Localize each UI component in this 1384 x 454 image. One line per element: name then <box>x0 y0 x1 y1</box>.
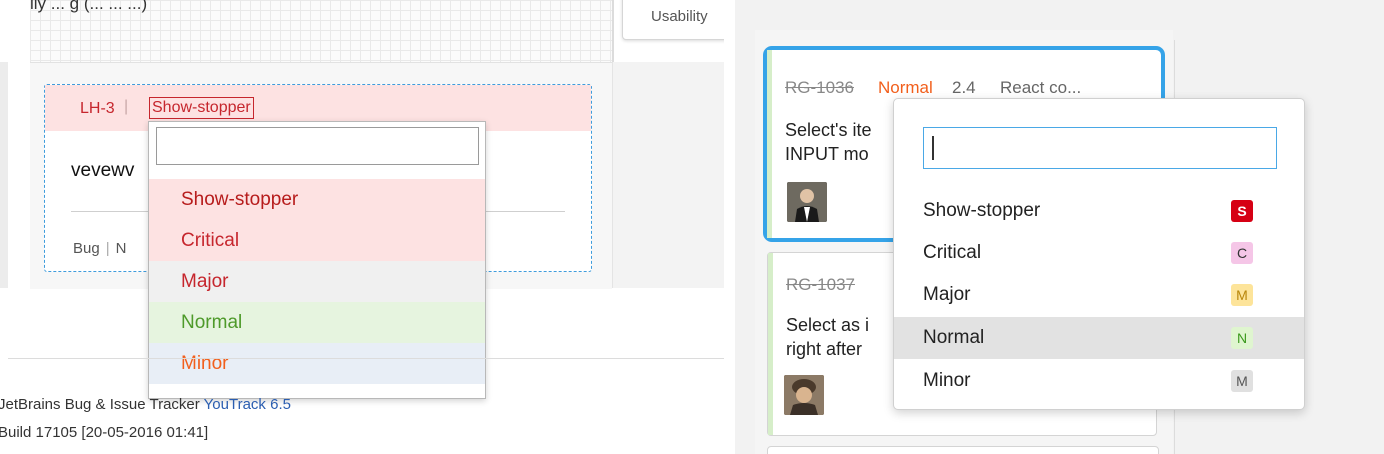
issue-footer: Bug | N <box>73 240 126 257</box>
priority-badge: M <box>1231 284 1253 306</box>
cut-off-header-text: ily ... g (... ... ...) <box>30 0 148 13</box>
issue-summary: Select as i right after <box>786 313 869 361</box>
priority-dropdown-new: Show-stopper S Critical C Major M Normal… <box>893 98 1305 410</box>
footer-separator: | <box>105 240 110 257</box>
usability-tab-label: Usability <box>651 8 708 25</box>
issue-state[interactable]: N <box>116 240 127 257</box>
footer-product-line: JetBrains Bug & Issue Tracker YouTrack 6… <box>0 396 291 413</box>
priority-option-major[interactable]: Major M <box>894 274 1304 316</box>
issue-id-link[interactable]: LH-3 <box>80 100 115 118</box>
priority-search-input[interactable] <box>923 127 1277 169</box>
summary-line: Select's ite <box>785 120 872 140</box>
text-cursor <box>932 136 934 160</box>
subsystem-field[interactable]: React co... <box>1000 78 1081 98</box>
issue-summary: Select's ite INPUT mo <box>785 118 871 166</box>
summary-line: right after <box>786 339 863 359</box>
priority-option-critical[interactable]: Critical C <box>894 232 1304 274</box>
youtrack-old-board: ily ... g (... ... ...) Usability LH-3 |… <box>0 0 724 454</box>
header-separator: | <box>124 98 129 115</box>
priority-badge: C <box>1231 242 1253 264</box>
usability-tab[interactable]: Usability <box>622 0 724 40</box>
youtrack-new-board: RG-1036 Normal 2.4 React co... Select's … <box>735 0 1384 454</box>
summary-line: INPUT mo <box>785 144 869 164</box>
priority-option-show-stopper[interactable]: Show-stopper <box>149 179 485 220</box>
issue-id-link[interactable]: RG-1036 <box>785 78 854 98</box>
priority-badge: M <box>1231 370 1253 392</box>
priority-field[interactable]: Normal <box>878 78 933 98</box>
column-divider <box>612 0 614 62</box>
priority-field[interactable]: Show-stopper <box>149 97 254 119</box>
priority-option-minor[interactable]: Minor M <box>894 360 1304 402</box>
priority-option-major[interactable]: Major <box>149 261 485 302</box>
issue-summary: vevewv <box>71 160 135 181</box>
issue-type[interactable]: Bug <box>73 240 100 257</box>
priority-option-minor[interactable]: Minor <box>149 343 485 384</box>
option-label: Critical <box>923 242 982 263</box>
option-label: Major <box>923 284 971 305</box>
option-label: Show-stopper <box>923 200 1041 221</box>
footer-divider <box>8 358 724 359</box>
next-column <box>612 62 724 288</box>
priority-option-normal[interactable]: Normal <box>149 302 485 343</box>
priority-search-input[interactable] <box>156 127 479 165</box>
priority-badge: S <box>1231 200 1253 222</box>
priority-badge: N <box>1231 327 1253 349</box>
footer-youtrack-link[interactable]: YouTrack 6.5 <box>204 396 291 413</box>
option-label: Normal <box>923 327 985 348</box>
issue-card-partial[interactable] <box>767 446 1159 454</box>
priority-option-critical[interactable]: Critical <box>149 220 485 261</box>
issue-id-link[interactable]: RG-1037 <box>786 275 855 295</box>
priority-option-show-stopper[interactable]: Show-stopper S <box>894 190 1304 232</box>
assignee-avatar[interactable] <box>787 182 827 222</box>
priority-option-normal[interactable]: Normal N <box>894 317 1304 359</box>
option-label: Minor <box>923 370 971 391</box>
summary-line: Select as i <box>786 315 870 335</box>
footer-tracker-text: JetBrains Bug & Issue Tracker <box>0 396 200 413</box>
assignee-avatar[interactable] <box>784 375 824 415</box>
version-field[interactable]: 2.4 <box>952 78 976 98</box>
footer-build-info: Build 17105 [20-05-2016 01:41] <box>0 424 209 441</box>
left-column-strip <box>0 62 8 288</box>
board-grid-background: ily ... g (... ... ...) <box>30 0 612 62</box>
